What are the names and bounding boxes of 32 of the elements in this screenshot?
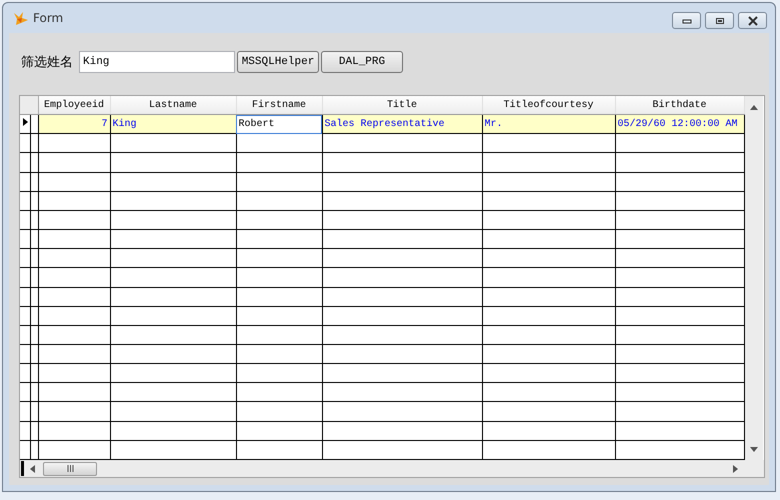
table-cell[interactable]: King [110, 114, 236, 134]
table-cell[interactable]: 7 [38, 114, 110, 134]
grip-icon [66, 465, 74, 472]
scroll-thumb[interactable] [43, 462, 97, 476]
column-header[interactable]: Title [322, 96, 482, 115]
scroll-right-icon[interactable] [733, 464, 738, 472]
close-button[interactable] [738, 12, 767, 29]
column-header[interactable]: Firstname [236, 96, 322, 115]
scroll-down-icon[interactable] [750, 447, 758, 452]
table-cell[interactable]: 05/29/60 12:00:00 AM [615, 114, 744, 134]
vertical-scrollbar[interactable] [744, 96, 762, 460]
column-header[interactable]: Lastname [110, 96, 236, 115]
column-header[interactable]: Titleofcourtesy [482, 96, 615, 115]
minimize-button[interactable] [672, 12, 701, 29]
maximize-icon [714, 16, 724, 24]
table-cell[interactable]: Robert [236, 114, 322, 134]
minimize-icon [682, 18, 692, 24]
close-icon [746, 16, 758, 26]
column-header[interactable]: Birthdate [615, 96, 744, 115]
column-header[interactable]: Employeeid [38, 96, 110, 115]
maximize-button[interactable] [705, 12, 734, 29]
table-cell[interactable]: Mr. [482, 114, 615, 134]
scroll-up-icon[interactable] [750, 105, 758, 110]
scroll-left-icon[interactable] [30, 464, 35, 472]
fox-icon [13, 10, 29, 26]
filter-label: 筛选姓名 [21, 54, 73, 71]
toolbar-button[interactable]: DAL_PRG [321, 51, 403, 73]
toolbar-button[interactable]: MSSQLHelper [237, 51, 319, 73]
splitter-handle[interactable] [21, 461, 24, 476]
table-cell[interactable]: Sales Representative [322, 114, 482, 134]
window-title: Form [33, 11, 64, 25]
name-filter-field[interactable]: King [79, 51, 235, 73]
